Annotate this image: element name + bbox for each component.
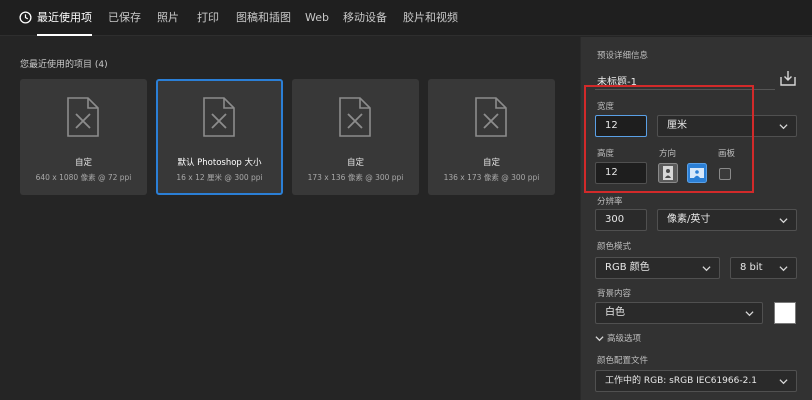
chevron-down-icon (779, 218, 788, 224)
background-color-swatch[interactable] (774, 302, 796, 324)
chevron-down-icon (595, 336, 604, 342)
chevron-down-icon (702, 266, 711, 272)
card-details: 173 x 136 像素 @ 300 ppi (307, 173, 404, 182)
resolution-label: 分辨率 (597, 197, 623, 207)
recent-preset-card[interactable]: 自定 640 x 1080 像素 @ 72 ppi (20, 79, 147, 195)
tab-film-video[interactable]: 胶片和视频 (403, 0, 458, 36)
chevron-down-icon (779, 124, 788, 130)
recent-preset-card-selected[interactable]: 默认 Photoshop 大小 16 x 12 厘米 @ 300 ppi (156, 79, 283, 195)
card-details: 640 x 1080 像素 @ 72 ppi (35, 173, 132, 182)
resolution-unit-select[interactable]: 像素/英寸 (657, 209, 797, 231)
portrait-orientation-icon[interactable] (658, 163, 678, 183)
card-details: 136 x 173 像素 @ 300 ppi (443, 173, 540, 182)
resolution-input[interactable]: 300 (595, 209, 647, 231)
recent-preset-card[interactable]: 自定 136 x 173 像素 @ 300 ppi (428, 79, 555, 195)
background-value: 白色 (605, 307, 625, 318)
document-icon (67, 97, 99, 137)
chevron-down-icon (779, 266, 788, 272)
background-select[interactable]: 白色 (595, 302, 763, 324)
orientation-label: 方向 (659, 149, 677, 159)
name-underline (595, 89, 775, 90)
height-input[interactable]: 12 (595, 162, 647, 184)
preset-tab-bar: 最近使用项 已保存 照片 打印 图稿和插图 Web 移动设备 胶片和视频 (0, 0, 812, 36)
artboard-checkbox[interactable] (719, 168, 731, 180)
preset-details-panel: 预设详细信息 未标题-1 宽度 12 厘米 高度 方向 画板 12 分辨率 30… (580, 37, 812, 400)
document-icon (339, 97, 371, 137)
unit-select-value: 厘米 (667, 120, 687, 131)
bit-depth-value: 8 bit (740, 262, 763, 273)
document-name[interactable]: 未标题-1 (597, 73, 637, 88)
color-profile-value: 工作中的 RGB: sRGB IEC61966-2.1 (605, 376, 757, 386)
recent-preset-card[interactable]: 自定 173 x 136 像素 @ 300 ppi (292, 79, 419, 195)
recent-items-title: 您最近使用的项目 (4) (20, 60, 108, 70)
color-mode-value: RGB 颜色 (605, 262, 650, 273)
document-icon (475, 97, 507, 137)
width-input[interactable]: 12 (595, 115, 647, 137)
landscape-orientation-icon[interactable] (687, 163, 707, 183)
height-label: 高度 (597, 149, 615, 159)
tab-saved[interactable]: 已保存 (108, 0, 141, 36)
chevron-down-icon (779, 379, 788, 385)
document-icon (203, 97, 235, 137)
clock-icon (19, 11, 32, 24)
color-mode-label: 颜色模式 (597, 242, 632, 252)
color-profile-select[interactable]: 工作中的 RGB: sRGB IEC61966-2.1 (595, 370, 797, 392)
chevron-down-icon (745, 311, 754, 317)
save-preset-icon[interactable] (779, 69, 797, 87)
card-name: 自定 (346, 158, 364, 168)
panel-heading: 预设详细信息 (597, 51, 649, 61)
tab-recent[interactable]: 最近使用项 (37, 0, 92, 36)
tab-art-illustration[interactable]: 图稿和插图 (236, 0, 291, 36)
card-name: 自定 (74, 158, 92, 168)
tab-photo[interactable]: 照片 (157, 0, 179, 36)
recent-items-area: 您最近使用的项目 (4) 自定 640 x 1080 像素 @ 72 ppi 默… (0, 37, 580, 400)
color-mode-select[interactable]: RGB 颜色 (595, 257, 720, 279)
background-label: 背景内容 (597, 289, 632, 299)
advanced-options-label: 高级选项 (607, 334, 642, 344)
card-name: 自定 (482, 158, 500, 168)
color-profile-label: 颜色配置文件 (597, 356, 649, 366)
unit-select[interactable]: 厘米 (657, 115, 797, 137)
card-details: 16 x 12 厘米 @ 300 ppi (176, 173, 263, 182)
bit-depth-select[interactable]: 8 bit (730, 257, 797, 279)
artboard-label: 画板 (718, 149, 736, 159)
resolution-unit-value: 像素/英寸 (667, 214, 711, 225)
card-name: 默认 Photoshop 大小 (177, 158, 262, 168)
tab-mobile[interactable]: 移动设备 (343, 0, 387, 36)
tab-web[interactable]: Web (305, 0, 329, 36)
tab-print[interactable]: 打印 (197, 0, 219, 36)
width-label: 宽度 (597, 102, 615, 112)
